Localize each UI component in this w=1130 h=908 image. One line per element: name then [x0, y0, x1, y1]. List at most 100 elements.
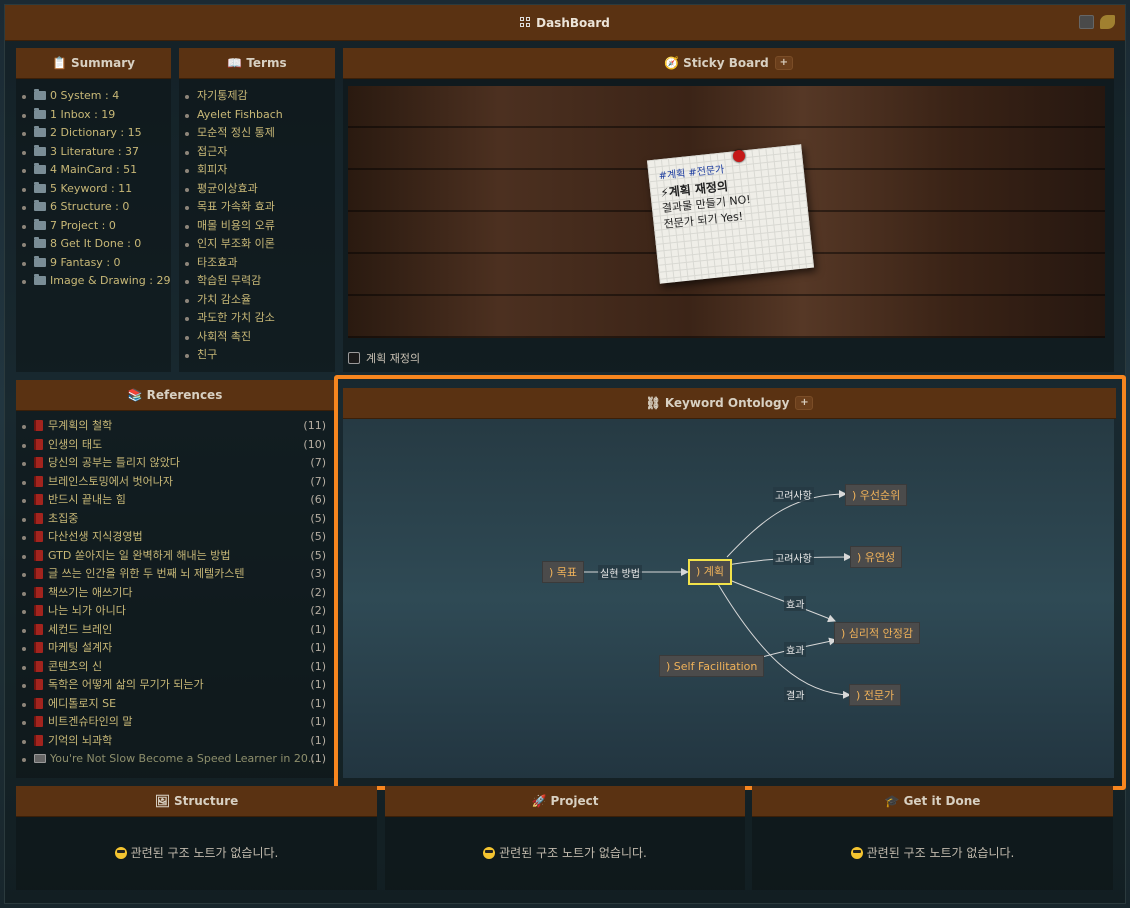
sticky-board-header: 🧭 Sticky Board + — [343, 48, 1114, 79]
book-icon — [34, 531, 43, 542]
node-plan-selected[interactable]: ) 계획 — [688, 559, 733, 585]
clapperboard-icon[interactable] — [1079, 15, 1094, 29]
sticky-add-button[interactable]: + — [774, 56, 793, 70]
reference-item[interactable]: 반드시 끝내는 힘 (6) — [16, 491, 334, 510]
term-item[interactable]: 평균이상효과 — [179, 180, 335, 199]
reference-item[interactable]: 에디톨로지 SE (1) — [16, 695, 334, 714]
getitdone-panel: 🎓 Get it Done 관련된 구조 노트가 없습니다. — [752, 786, 1113, 890]
checkbox-label: 계획 재정의 — [366, 352, 421, 365]
folder-icon — [34, 255, 46, 267]
edge-label: 실현 방법 — [598, 565, 642, 580]
summary-item[interactable]: 8 Get It Done : 0 — [16, 235, 171, 254]
book-icon — [34, 697, 43, 709]
terms-list: 자기통제감 Ayelet Fishbach 모순적 정신 통제 접근자 회피자 … — [179, 79, 335, 365]
term-item[interactable]: 자기통제감 — [179, 87, 335, 106]
reference-item[interactable]: 책쓰기는 애쓰기다 (2) — [16, 584, 334, 603]
graduation-cap-icon: 🎓 — [884, 794, 900, 808]
book-icon — [34, 512, 43, 524]
references-title: References — [146, 388, 223, 402]
term-item[interactable]: 인지 부조화 이론 — [179, 235, 335, 254]
term-item[interactable]: 학습된 무력감 — [179, 272, 335, 291]
plan-checkbox-row[interactable]: 계획 재정의 — [348, 350, 420, 366]
term-item[interactable]: 친구 — [179, 346, 335, 365]
term-item[interactable]: 가치 감소율 — [179, 291, 335, 310]
link-chain-icon: ⛓ — [645, 396, 661, 410]
folder-icon — [34, 200, 46, 211]
reference-item[interactable]: 브레인스토밍에서 벗어나자 (7) — [16, 473, 334, 492]
node-goal[interactable]: ) 목표 — [542, 561, 585, 583]
summary-item[interactable]: 1 Inbox : 19 — [16, 106, 171, 125]
reference-item[interactable]: 당신의 공부는 틀리지 않았다 (7) — [16, 454, 334, 473]
sunglasses-icon — [114, 847, 127, 859]
structure-title: Structure — [173, 794, 239, 808]
book-icon — [34, 623, 43, 635]
project-empty-message: 관련된 구조 노트가 없습니다. — [385, 844, 745, 861]
book-icon — [34, 586, 43, 598]
term-item[interactable]: Ayelet Fishbach — [179, 106, 335, 125]
sticky-note[interactable]: #계획 #전문가 ⚡계획 재정의 결과물 만들기 NO! 전문가 되기 Yes! — [646, 144, 815, 284]
term-item[interactable]: 매몰 비용의 오류 — [179, 217, 335, 236]
reference-item[interactable]: 인생의 태도 (10) — [16, 436, 334, 455]
book-icon — [34, 475, 43, 487]
summary-item[interactable]: Image & Drawing : 29 — [16, 272, 171, 291]
summary-panel: 📋 Summary 0 System : 4 1 Inbox : 19 2 Di… — [16, 48, 171, 372]
sticky-board-panel: 🧭 Sticky Board + #계획 #전문가 ⚡계획 재정의 결과물 만들… — [343, 48, 1114, 372]
laptop-icon — [34, 754, 46, 763]
reference-item[interactable]: 초집중 (5) — [16, 510, 334, 529]
reference-item[interactable]: 콘텐츠의 신 (1) — [16, 658, 334, 677]
folder-icon — [34, 274, 46, 285]
reference-item[interactable]: 기억의 뇌과학 (1) — [16, 732, 334, 751]
node-priority[interactable]: ) 우선순위 — [845, 484, 908, 506]
references-panel: 📚 References 무계획의 철학 (11) 인생의 태도 (10) 당신의 … — [16, 380, 334, 778]
reference-item[interactable]: 독학은 어떻게 삶의 무기가 되는가 (1) — [16, 676, 334, 695]
reference-item[interactable]: 세컨드 브레인 (1) — [16, 621, 334, 640]
term-item[interactable]: 모순적 정신 통제 — [179, 124, 335, 143]
term-item[interactable]: 접근자 — [179, 143, 335, 162]
folder-icon — [34, 163, 46, 174]
references-list: 무계획의 철학 (11) 인생의 태도 (10) 당신의 공부는 틀리지 않았다 (7… — [16, 411, 334, 769]
project-title: Project — [550, 794, 599, 808]
term-item[interactable]: 과도한 가치 감소 — [179, 309, 335, 328]
compass-icon: 🧭 — [664, 56, 680, 70]
getitdone-header: 🎓 Get it Done — [752, 786, 1113, 817]
book-icon — [34, 494, 43, 505]
summary-item[interactable]: 2 Dictionary : 15 — [16, 124, 171, 143]
summary-item[interactable]: 4 MainCard : 51 — [16, 161, 171, 180]
node-expert[interactable]: ) 전문가 — [849, 684, 902, 706]
clipboard-icon: 📋 — [52, 56, 67, 70]
reference-item[interactable]: 무계획의 철학 (11) — [16, 417, 334, 436]
sunglasses-icon — [483, 847, 496, 859]
summary-item[interactable]: 9 Fantasy : 0 — [16, 254, 171, 273]
brush-icon[interactable] — [1100, 15, 1115, 29]
getitdone-empty-message: 관련된 구조 노트가 없습니다. — [752, 844, 1113, 861]
books-icon: 📚 — [127, 388, 143, 402]
node-psychological-safety[interactable]: ) 심리적 안정감 — [834, 622, 921, 644]
reference-item[interactable]: 나는 뇌가 아니다 (2) — [16, 602, 334, 621]
edge-plan-priority — [726, 490, 847, 558]
term-item[interactable]: 타조효과 — [179, 254, 335, 273]
reference-item[interactable]: 글 쓰는 인간을 위한 두 번째 뇌 제텔카스텐 (3) — [16, 565, 334, 584]
summary-item[interactable]: 6 Structure : 0 — [16, 198, 171, 217]
summary-item[interactable]: 5 Keyword : 11 — [16, 180, 171, 199]
summary-header: 📋 Summary — [16, 48, 171, 79]
reference-item[interactable]: GTD 쏟아지는 일 완벽하게 해내는 방법 (5) — [16, 547, 334, 566]
checkbox[interactable] — [348, 352, 360, 364]
terms-title: Terms — [246, 56, 287, 70]
ontology-edges — [579, 490, 852, 699]
term-item[interactable]: 목표 가속화 효과 — [179, 198, 335, 217]
edge-label: 효과 — [784, 596, 807, 611]
reference-item[interactable]: 마케팅 설계자 (1) — [16, 639, 334, 658]
term-item[interactable]: 사회적 촉진 — [179, 328, 335, 347]
reference-item[interactable]: 다산선생 지식경영법 (5) — [16, 528, 334, 547]
summary-item[interactable]: 3 Literature : 37 — [16, 143, 171, 162]
ontology-graph: 실현 방법 고려사항 고려사항 효과 효과 결과 ) 목표 ) 계획 ) 우선순… — [343, 419, 1114, 778]
term-item[interactable]: 회피자 — [179, 161, 335, 180]
summary-item[interactable]: 7 Project : 0 — [16, 217, 171, 236]
node-self-facilitation[interactable]: ) Self Facilitation — [659, 655, 765, 677]
summary-item[interactable]: 0 System : 4 — [16, 87, 171, 106]
book-icon — [34, 438, 43, 450]
ontology-add-button[interactable]: + — [795, 396, 814, 410]
reference-item[interactable]: 비트겐슈타인의 말 (1) — [16, 713, 334, 732]
reference-item[interactable]: You're Not Slow Become a Speed Learner i… — [16, 750, 334, 769]
node-flexibility[interactable]: ) 유연성 — [850, 546, 903, 568]
